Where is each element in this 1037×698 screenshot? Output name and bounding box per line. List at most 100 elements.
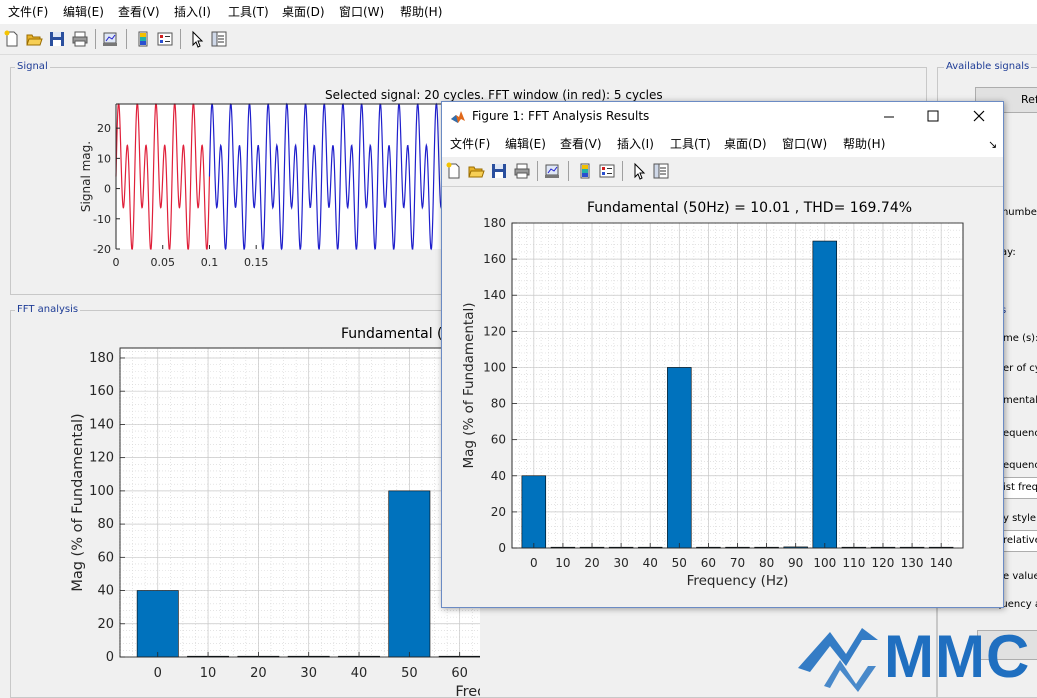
fft-fig-y-label: Mag (% of Fundamental)	[461, 302, 477, 468]
fft-main-x-tick-label: 40	[351, 666, 368, 681]
signal-x-tick-label: 0	[113, 256, 120, 269]
figure-window: Figure 1: FFT Analysis Results ↘ 文件(F) 编辑…	[441, 101, 1004, 608]
fft-fig-x-tick-label: 100	[813, 556, 836, 570]
toolbar-separator	[622, 161, 623, 181]
fft-fig-x-tick-label: 70	[730, 556, 745, 570]
right-label-8: equenc	[1003, 460, 1037, 471]
fft-main-x-tick-label: 60	[451, 666, 468, 681]
fft-fig-x-tick-label: 110	[842, 556, 865, 570]
fft-main-y-tick-label: 180	[89, 351, 114, 366]
minimize-button[interactable]	[872, 102, 906, 131]
new-file-icon[interactable]	[445, 162, 463, 180]
mmc-logo: MMC	[798, 624, 1034, 692]
property-editor-icon[interactable]	[210, 30, 228, 48]
link-plot-icon[interactable]	[101, 30, 119, 48]
signal-panel-label: Signal	[15, 61, 50, 73]
minimize-icon	[884, 116, 894, 118]
fft-fig-y-tick-label: 0	[498, 541, 506, 555]
main-menu-item-4[interactable]: 工具(T)	[228, 5, 269, 19]
main-menu-item-2[interactable]: 查看(V)	[118, 5, 160, 19]
fft-main-x-tick-label: 10	[200, 666, 217, 681]
available-signals-label: Available signals	[944, 61, 1032, 73]
fft-fig-y-tick-label: 140	[483, 288, 506, 302]
fft-main-y-label: Mag (% of Fundamental)	[70, 413, 86, 591]
fft-main-x-tick-label: 20	[250, 666, 267, 681]
fft-fig-y-tick-label: 20	[491, 505, 506, 519]
legend-icon[interactable]	[598, 162, 616, 180]
signal-y-tick-label: 20	[97, 122, 111, 135]
right-label-10: y style	[1003, 513, 1037, 524]
fft-fig-y-tick-label: 160	[483, 252, 506, 266]
fft-fig-y-tick-label: 60	[491, 433, 506, 447]
open-folder-icon[interactable]	[467, 162, 485, 180]
fft-panel-label: FFT analysis	[15, 304, 81, 316]
fft-main-y-tick-label: 20	[97, 617, 114, 632]
fft-fig-x-tick-label: 50	[672, 556, 687, 570]
signal-x-tick-label: 0.05	[150, 256, 175, 269]
matlab-logo-icon	[451, 111, 465, 123]
fft-main-x-tick-label: 50	[401, 666, 418, 681]
close-icon	[973, 110, 985, 122]
maximize-button[interactable]	[916, 102, 950, 131]
main-menu-item-0[interactable]: 文件(F)	[8, 5, 48, 19]
figure-fft-plot: 0 20 40 60 80 100 120 140 160 180 0 10 20 30 40 50 60 70 8…	[461, 217, 964, 589]
figure-menu-item-2[interactable]: 查看(V)	[560, 137, 602, 151]
figure-menu-item-3[interactable]: 插入(I)	[617, 137, 654, 151]
mmc-logo-icon	[798, 628, 878, 692]
fft-main-y-tick-label: 0	[106, 650, 114, 665]
figure-menu-item-5[interactable]: 桌面(D)	[724, 137, 767, 151]
right-label-5: er of cy	[1003, 363, 1037, 374]
figure-menu-item-4[interactable]: 工具(T)	[670, 137, 711, 151]
main-menu-item-3[interactable]: 插入(I)	[174, 5, 211, 19]
fft-fig-y-tick-label: 180	[483, 217, 506, 230]
close-button[interactable]	[962, 102, 996, 131]
figure-titlebar[interactable]: Figure 1: FFT Analysis Results	[442, 102, 1003, 131]
fft-fig-x-tick-label: 130	[901, 556, 924, 570]
pointer-icon[interactable]	[188, 30, 206, 48]
save-icon[interactable]	[48, 30, 66, 48]
main-menu-item-5[interactable]: 桌面(D)	[282, 5, 325, 19]
fft-fig-x-tick-label: 40	[643, 556, 658, 570]
colorbar-icon[interactable]	[576, 162, 594, 180]
figure-menu-item-0[interactable]: 文件(F)	[450, 137, 490, 151]
property-editor-icon[interactable]	[652, 162, 670, 180]
fft-fig-x-tick-label: 140	[930, 556, 953, 570]
legend-icon[interactable]	[156, 30, 174, 48]
figure-menu-item-7[interactable]: 帮助(H)	[843, 137, 885, 151]
main-menu-item-1[interactable]: 编辑(E)	[63, 5, 104, 19]
colorbar-icon[interactable]	[134, 30, 152, 48]
fft-main-y-tick-label: 120	[89, 451, 114, 466]
toolbar-separator	[95, 29, 96, 49]
fft-fig-y-tick-label: 120	[483, 324, 506, 338]
print-icon[interactable]	[513, 162, 531, 180]
print-icon[interactable]	[71, 30, 89, 48]
main-toolbar	[0, 24, 1037, 55]
pointer-icon[interactable]	[630, 162, 648, 180]
figure-menu-item-1[interactable]: 编辑(E)	[505, 137, 546, 151]
fft-fig-x-tick-label: 60	[701, 556, 716, 570]
fft-main-bar	[136, 590, 179, 658]
main-menu-item-6[interactable]: 窗口(W)	[339, 5, 384, 19]
figure-dock-arrow-icon[interactable]: ↘	[988, 138, 997, 151]
fft-main-y-tick-label: 80	[97, 517, 114, 532]
fft-fig-y-tick-label: 40	[491, 469, 506, 483]
fft-main-y-tick-label: 100	[89, 484, 114, 499]
fft-fig-y-tick-label: 100	[483, 360, 506, 374]
nyquist-field[interactable]: ist freq	[1001, 477, 1037, 499]
fft-fig-x-tick-label: 20	[584, 556, 599, 570]
save-icon[interactable]	[490, 162, 508, 180]
main-menu-item-7[interactable]: 帮助(H)	[400, 5, 442, 19]
fft-fig-y-tick-label: 80	[491, 397, 506, 411]
toolbar-separator	[180, 29, 181, 49]
open-folder-icon[interactable]	[25, 30, 43, 48]
new-file-icon[interactable]	[3, 30, 21, 48]
figure-plot-title: Fundamental (50Hz) = 10.01 , THD= 169.74…	[587, 200, 913, 216]
fft-fig-bar	[812, 240, 838, 549]
figure-menu-item-6[interactable]: 窗口(W)	[782, 137, 827, 151]
link-plot-icon[interactable]	[543, 162, 561, 180]
fft-main-x-label: Frequency (Hz)	[455, 684, 480, 696]
display-style-select[interactable]: relative	[1001, 530, 1037, 552]
fft-main-y-tick-label: 140	[89, 417, 114, 432]
fft-fig-bar	[521, 475, 547, 549]
figure-content: Fundamental (50Hz) = 10.01 , THD= 169.74…	[442, 187, 1003, 607]
